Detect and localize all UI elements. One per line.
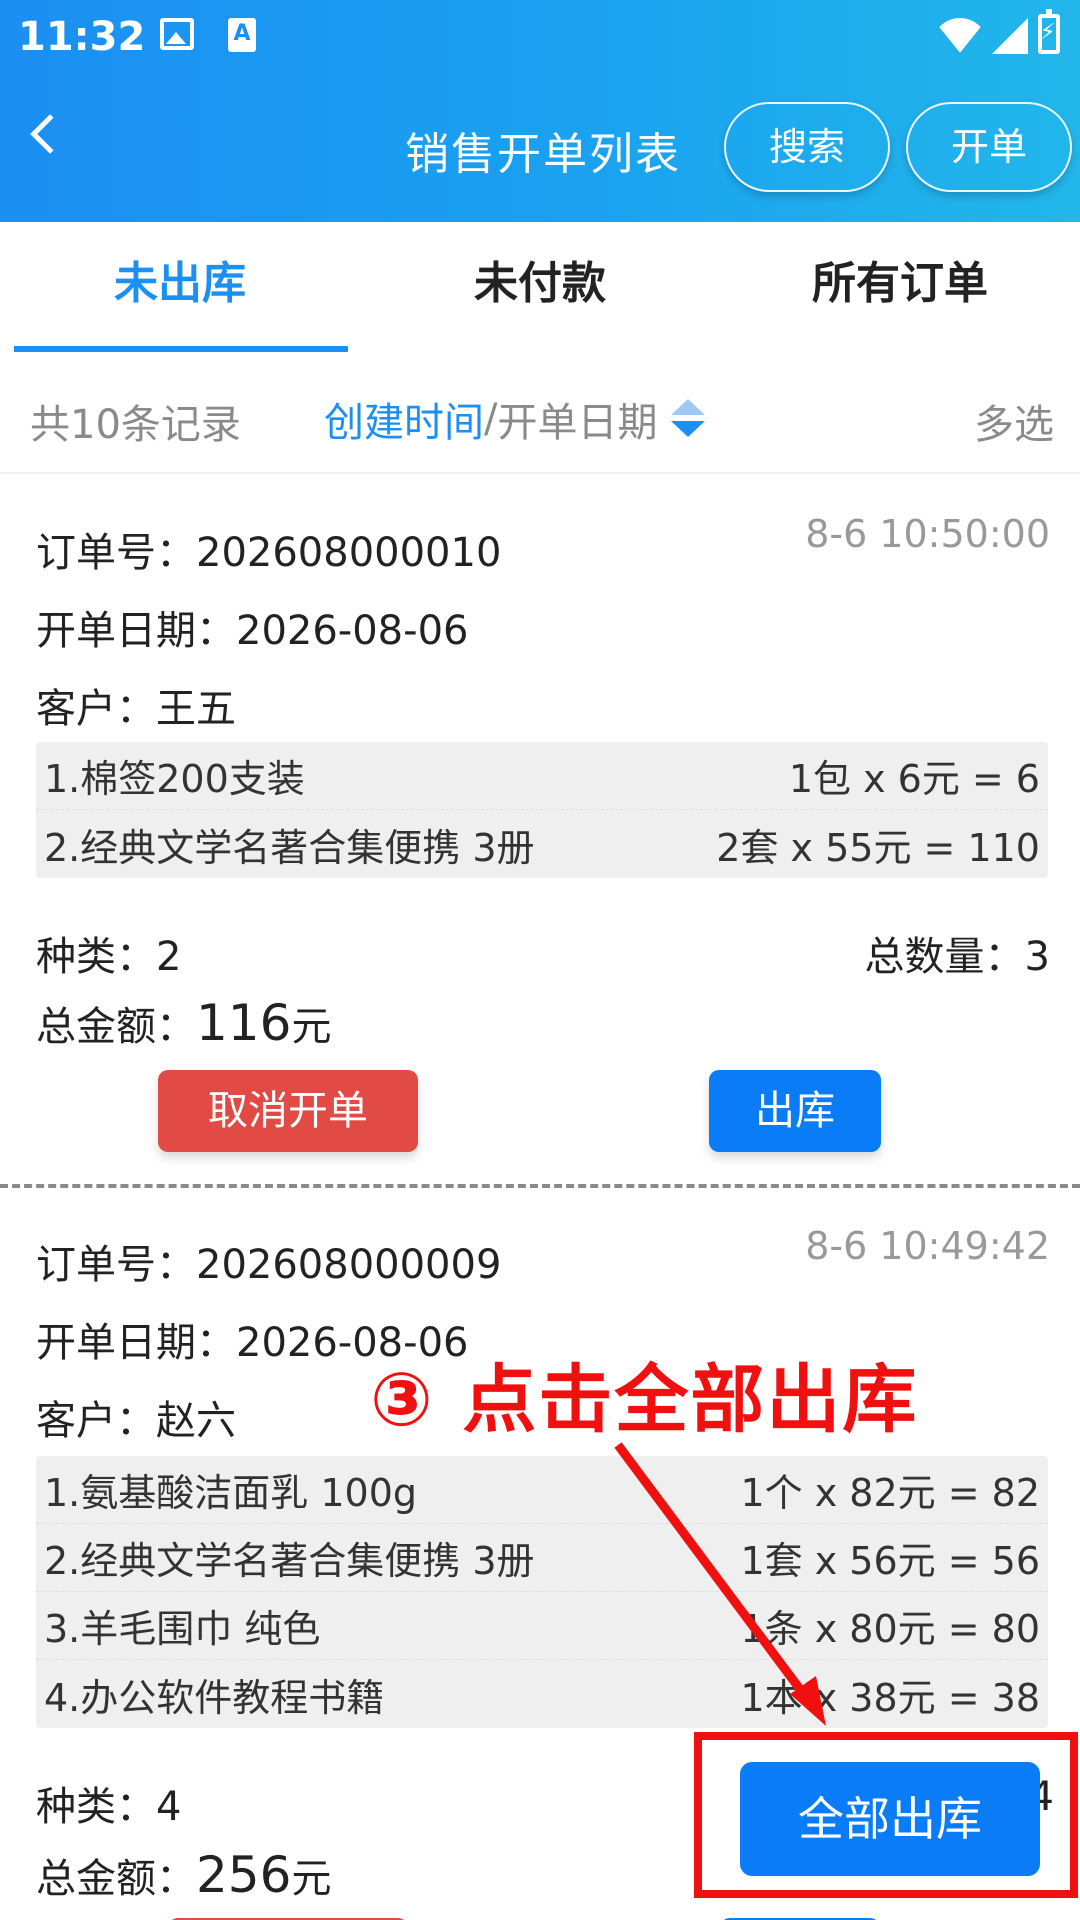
app-screen: 11:32 A 销售开单列表 搜索 开单 未出库 未付款 所有订单 共10条记录… [0,0,1080,1920]
annotation-arrow-icon [614,1442,826,1726]
